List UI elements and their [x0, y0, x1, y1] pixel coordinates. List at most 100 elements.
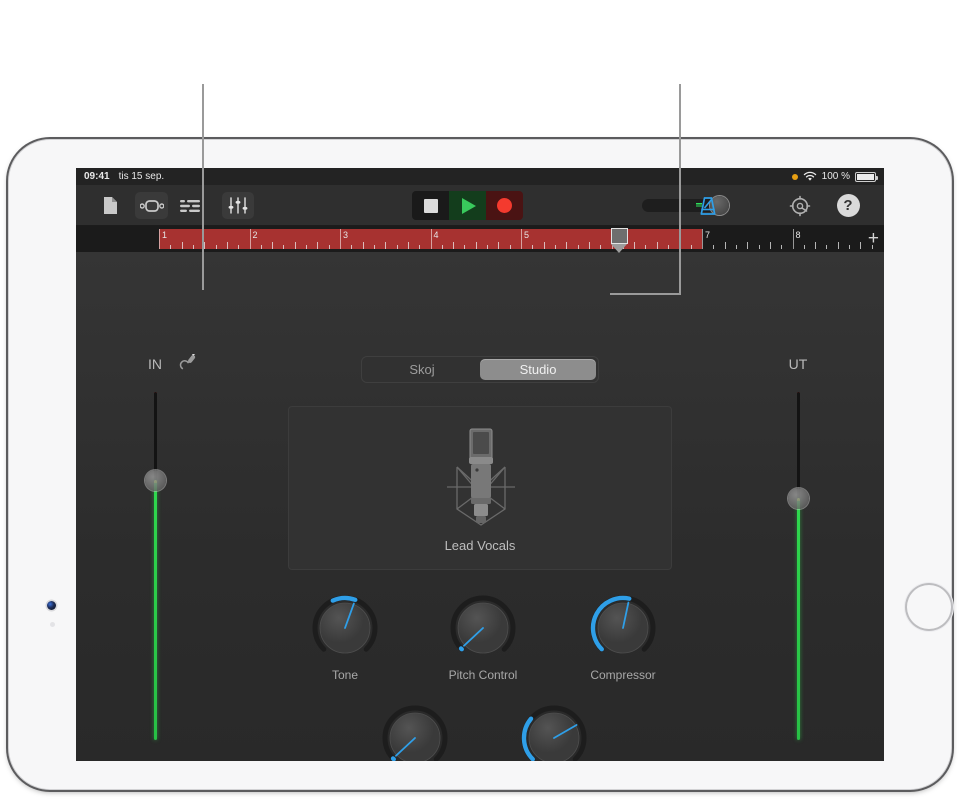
ruler-tick: [656, 242, 658, 249]
play-button[interactable]: [449, 191, 486, 220]
instrument-panel[interactable]: Lead Vocals: [288, 406, 672, 570]
help-label: ?: [836, 194, 860, 217]
ruler-measure: 1: [159, 229, 250, 249]
gear-icon[interactable]: [785, 192, 815, 219]
wifi-icon: [803, 171, 816, 181]
ruler-tick: [837, 242, 839, 249]
knob-vocal-hall-dial[interactable]: [511, 702, 597, 761]
track-view-icon[interactable]: [175, 192, 205, 219]
add-track-button[interactable]: +: [868, 229, 879, 248]
ruler-tick: [645, 245, 647, 249]
tab-studio[interactable]: Studio: [480, 359, 596, 380]
metronome-icon[interactable]: [693, 192, 723, 219]
callout-line-studio-horizontal: [610, 293, 681, 295]
knob-tone[interactable]: Tone: [302, 592, 388, 682]
ruler-tick: [849, 245, 851, 249]
ruler-tick: [283, 245, 285, 249]
input-fader-knob[interactable]: [145, 470, 166, 491]
playhead-body: [610, 228, 628, 244]
ruler-tick: [577, 245, 579, 249]
knob-compressor-label: Compressor: [590, 668, 656, 682]
knob-tone-label: Tone: [331, 668, 359, 682]
ruler-measure: 2: [249, 229, 340, 249]
knob-drive[interactable]: Drive: [372, 702, 458, 761]
knob-pitch-control[interactable]: Pitch Control: [440, 592, 526, 682]
output-track-empty: [797, 392, 800, 500]
ruler-tick: [385, 242, 387, 249]
ruler-measure-number: 1: [162, 230, 168, 240]
main-toolbar: ?: [76, 185, 884, 226]
knob-compressor-dial[interactable]: [580, 592, 666, 664]
knob-pitch-control-dial[interactable]: [440, 592, 526, 664]
document-icon[interactable]: [96, 192, 124, 219]
output-level-meter: [797, 498, 800, 740]
ruler-tick: [498, 242, 500, 249]
ambient-light-sensor: [50, 622, 55, 627]
input-fader-label: IN: [148, 356, 162, 372]
output-fader-track[interactable]: [768, 392, 828, 744]
knob-pitch-control-label: Pitch Control: [448, 668, 518, 682]
callout-line-studio-vertical: [679, 84, 681, 295]
home-button[interactable]: [905, 583, 953, 631]
ruler-tick: [588, 242, 590, 249]
front-camera: [47, 601, 56, 610]
ruler-measure-line: [792, 229, 794, 249]
ruler-measure: 7: [702, 229, 793, 249]
instrument-name-label: Lead Vocals: [444, 538, 516, 553]
ruler-tick: [464, 245, 466, 249]
ruler-tick: [769, 242, 771, 249]
microphone-icon[interactable]: [178, 354, 198, 374]
knob-vocal-hall[interactable]: Vocal Hall: [511, 702, 597, 761]
knob-drive-dial[interactable]: [372, 702, 458, 761]
tab-skoj[interactable]: Skoj: [364, 359, 480, 380]
ruler-tick: [441, 245, 443, 249]
mixer-sliders-icon[interactable]: [222, 192, 254, 219]
ruler-tick: [735, 245, 737, 249]
ruler-tick: [181, 242, 183, 249]
help-button[interactable]: ?: [832, 192, 864, 219]
screenshot-root: 09:41 tis 15 sep. 100 % ? 1 2 3 4 5 7 8 …: [0, 0, 960, 806]
output-fader-knob[interactable]: [788, 488, 809, 509]
ruler-tick: [272, 242, 274, 249]
ruler-tick: [192, 245, 194, 249]
stop-button[interactable]: [412, 191, 449, 220]
playhead[interactable]: [610, 228, 628, 253]
input-fader: IN Mick Kanal: [125, 354, 196, 744]
knob-tone-dial[interactable]: [302, 592, 388, 664]
ruler-tick: [317, 242, 319, 249]
knob-compressor[interactable]: Compressor: [580, 592, 666, 682]
input-fader-track[interactable]: [125, 392, 185, 744]
ruler-tick: [453, 242, 455, 249]
ruler-tick: [600, 245, 602, 249]
ruler-tick: [532, 245, 534, 249]
status-bar: 09:41 tis 15 sep. 100 %: [76, 168, 884, 185]
ruler-measure-number: 2: [252, 230, 258, 240]
ruler-measure: 4: [430, 229, 521, 249]
ruler-measure-line: [430, 229, 432, 249]
ruler-measure-number: 8: [795, 230, 801, 240]
ruler-tick: [306, 245, 308, 249]
loop-browser-icon[interactable]: [135, 192, 168, 219]
ruler-tick: [475, 242, 477, 249]
timeline-ruler[interactable]: 12345678 +: [76, 226, 884, 253]
ruler-tick: [747, 242, 749, 249]
ruler-tick: [509, 245, 511, 249]
ruler-tick: [204, 242, 206, 249]
record-button[interactable]: [486, 191, 523, 220]
ruler-measure-number: 7: [705, 230, 711, 240]
ruler-tick: [362, 242, 364, 249]
ruler-measure-number: 5: [524, 230, 530, 240]
ruler-measures: 12345678: [159, 226, 884, 253]
ruler-tick: [373, 245, 375, 249]
callout-line-microphone-vertical: [202, 84, 204, 290]
instrument-view: Skoj Studio Lead Vocals Tone Pitch Contr…: [76, 252, 884, 761]
ruler-tick: [554, 245, 556, 249]
ruler-tick: [803, 245, 805, 249]
playhead-pointer: [611, 244, 627, 253]
ruler-measure-line: [340, 229, 341, 249]
ruler-tick: [351, 245, 353, 249]
ruler-tick: [668, 245, 670, 249]
status-time: 09:41: [84, 171, 110, 182]
ruler-measure: 3: [340, 229, 431, 249]
ruler-tick: [328, 245, 330, 249]
